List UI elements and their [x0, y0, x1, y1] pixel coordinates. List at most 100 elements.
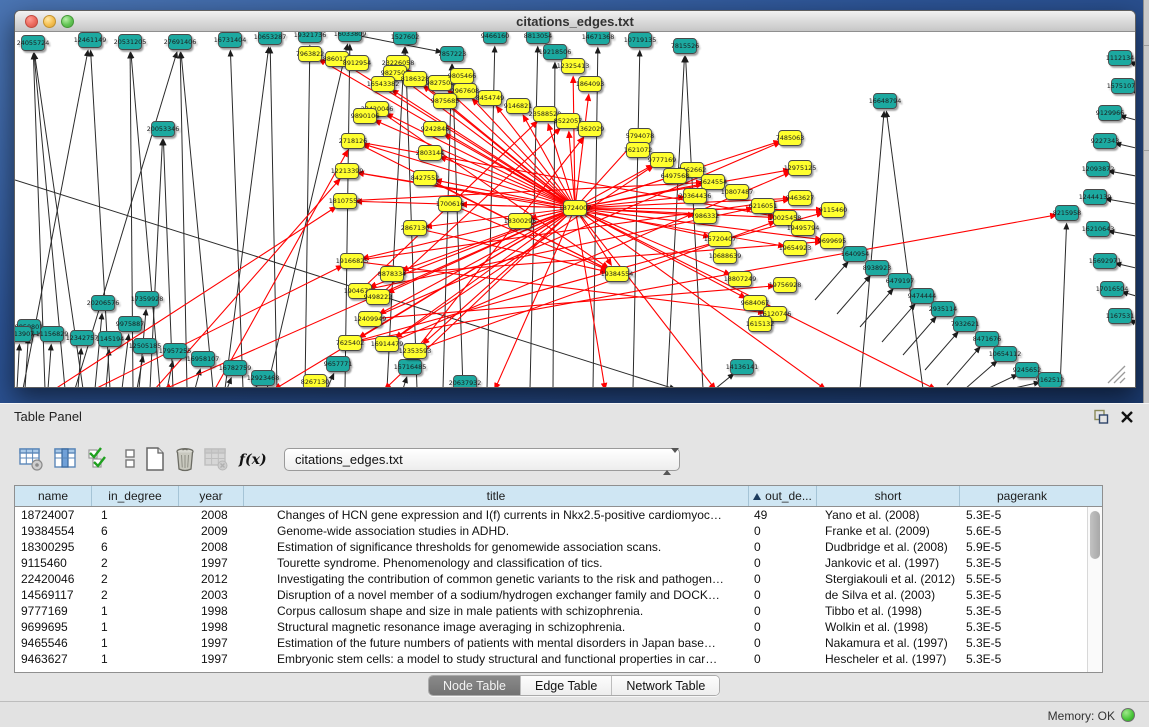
graph-edge[interactable] — [230, 51, 243, 387]
graph-node[interactable]: 5794078 — [626, 129, 654, 144]
graph-node[interactable]: 16731404 — [214, 33, 247, 48]
graph-node[interactable]: 20637932 — [449, 376, 482, 388]
column-header-short[interactable]: short — [817, 486, 960, 506]
graph-node[interactable]: 6497568 — [661, 169, 689, 184]
graph-edge[interactable] — [227, 378, 231, 387]
table-row[interactable]: 911546021997Tourette syndrome. Phenomeno… — [15, 555, 1087, 571]
graph-edge[interactable] — [837, 276, 870, 314]
graph-edge[interactable] — [633, 51, 640, 387]
graph-node[interactable]: 14671368 — [582, 32, 615, 45]
tab-node-table[interactable]: Node Table — [429, 676, 521, 695]
graph-node[interactable]: 9242848 — [421, 122, 449, 137]
graph-edge[interactable] — [130, 53, 133, 387]
graph-node[interactable]: 8427552 — [411, 171, 439, 186]
graph-node[interactable]: 9890106 — [351, 109, 379, 124]
scrollbar-thumb[interactable] — [1090, 511, 1100, 559]
graph-node[interactable]: 19321736 — [294, 32, 327, 43]
float-panel-icon[interactable] — [1093, 409, 1109, 425]
graph-node[interactable]: 12325413 — [557, 59, 590, 74]
graph-node[interactable]: 1864093 — [576, 77, 604, 92]
graph-node[interactable]: 18107552 — [329, 194, 362, 209]
graph-edge[interactable] — [987, 375, 1017, 387]
column-header-out-de-[interactable]: out_de... — [749, 486, 817, 506]
graph-node[interactable]: 19654923 — [779, 241, 812, 256]
graph-node[interactable]: 12093872 — [1082, 162, 1115, 177]
graph-node[interactable]: 17359928 — [131, 292, 164, 307]
column-header-name[interactable]: name — [15, 486, 92, 506]
graph-edge[interactable] — [405, 48, 417, 387]
graph-node[interactable]: 19756928 — [769, 278, 802, 293]
graph-node[interactable]: 7963822 — [296, 47, 324, 62]
graph-node[interactable]: 18807249 — [724, 272, 757, 287]
graph-edge[interactable] — [575, 95, 589, 208]
graph-edge[interactable] — [195, 370, 200, 387]
graph-node[interactable]: 9875685 — [431, 94, 459, 109]
graph-node[interactable]: 7625402 — [336, 336, 364, 351]
graph-node[interactable]: 11156829 — [36, 327, 69, 342]
graph-edge[interactable] — [387, 166, 653, 344]
graph-node[interactable]: 12353593 — [399, 344, 432, 359]
table-selector-dropdown[interactable]: citations_edges.txt — [284, 448, 680, 471]
table-row[interactable]: 977716911998Corpus callosum shape and si… — [15, 603, 1087, 619]
graph-node[interactable]: 19218506 — [539, 45, 572, 60]
table-row[interactable]: 1938455462009Genome-wide association stu… — [15, 523, 1087, 539]
graph-node[interactable]: 19166825 — [336, 254, 369, 269]
graph-edge[interactable] — [886, 112, 923, 387]
tab-network-table[interactable]: Network Table — [612, 676, 719, 695]
graph-node[interactable]: 1527602 — [391, 32, 419, 45]
graph-edge[interactable] — [925, 332, 958, 370]
graph-node[interactable]: 10688639 — [709, 249, 742, 264]
graph-node[interactable]: 14136141 — [726, 360, 759, 375]
graph-edge[interactable] — [947, 347, 980, 385]
graph-node[interactable]: 1167531 — [1106, 309, 1134, 324]
column-header-title[interactable]: title — [244, 486, 749, 506]
graph-node[interactable]: 9227343 — [1091, 134, 1119, 149]
graph-node[interactable]: 1615132 — [746, 317, 774, 332]
graph-node[interactable]: 1700616 — [436, 197, 464, 212]
graph-node[interactable]: 7932621 — [951, 317, 979, 332]
graph-node[interactable]: 12409949 — [354, 312, 387, 327]
graph-node[interactable]: 15751074 — [1107, 79, 1135, 94]
graph-node[interactable]: 12505185 — [129, 339, 162, 354]
table-row[interactable]: 946362711997Embryonic stem cells: a mode… — [15, 651, 1087, 667]
graph-node[interactable]: 12342757 — [66, 331, 99, 346]
graph-node[interactable]: 16648794 — [869, 94, 902, 109]
graph-node[interactable]: 8912954 — [343, 56, 371, 71]
new-table-icon[interactable] — [142, 446, 168, 472]
graph-node[interactable]: 1362029 — [576, 122, 604, 137]
graph-edge[interactable] — [215, 151, 348, 387]
graph-node[interactable]: 9129966 — [1096, 106, 1124, 121]
graph-node[interactable]: 10807487 — [721, 185, 754, 200]
graph-node[interactable]: 8938923 — [863, 261, 891, 276]
graph-node[interactable]: 8215958 — [1053, 206, 1081, 221]
graph-node[interactable]: 20531205 — [114, 35, 147, 50]
graph-edge[interactable] — [715, 374, 733, 387]
table-row[interactable]: 969969511998Structural magnetic resonanc… — [15, 619, 1087, 635]
graph-edge[interactable] — [225, 48, 269, 387]
graph-node[interactable]: 9777169 — [648, 153, 676, 168]
graph-node[interactable]: 16543382 — [367, 77, 400, 92]
graph-node[interactable]: 10654112 — [989, 347, 1022, 362]
graph-node[interactable]: 8813054 — [524, 32, 552, 44]
graph-node[interactable]: 9699695 — [818, 234, 846, 249]
graph-node[interactable]: 6216051 — [749, 199, 777, 214]
resize-grip-icon[interactable] — [1108, 366, 1125, 383]
graph-node[interactable]: 9313907 — [15, 327, 34, 342]
graph-node[interactable]: 9115460 — [819, 203, 847, 218]
graph-edge[interactable] — [882, 304, 915, 342]
graph-node[interactable]: 15716485 — [394, 360, 427, 375]
graph-node[interactable]: 18300295 — [504, 214, 537, 229]
graph-node[interactable]: 18724007 — [559, 201, 592, 216]
graph-edge[interactable] — [17, 345, 19, 387]
graph-edge[interactable] — [965, 361, 997, 387]
graph-node[interactable]: 16210643 — [1082, 222, 1115, 237]
column-header-pagerank[interactable]: pagerank — [960, 486, 1084, 506]
show-columns-icon[interactable] — [52, 446, 78, 472]
table-settings-icon[interactable] — [18, 446, 44, 472]
delete-entries-trash-icon[interactable] — [172, 446, 198, 472]
graph-node[interactable]: 9466160 — [481, 32, 509, 44]
graph-node[interactable]: 12213399 — [331, 164, 364, 179]
graph-node[interactable]: 9657771 — [324, 357, 352, 372]
graph-edge[interactable] — [402, 208, 575, 270]
graph-node[interactable]: 15720407 — [704, 232, 737, 247]
